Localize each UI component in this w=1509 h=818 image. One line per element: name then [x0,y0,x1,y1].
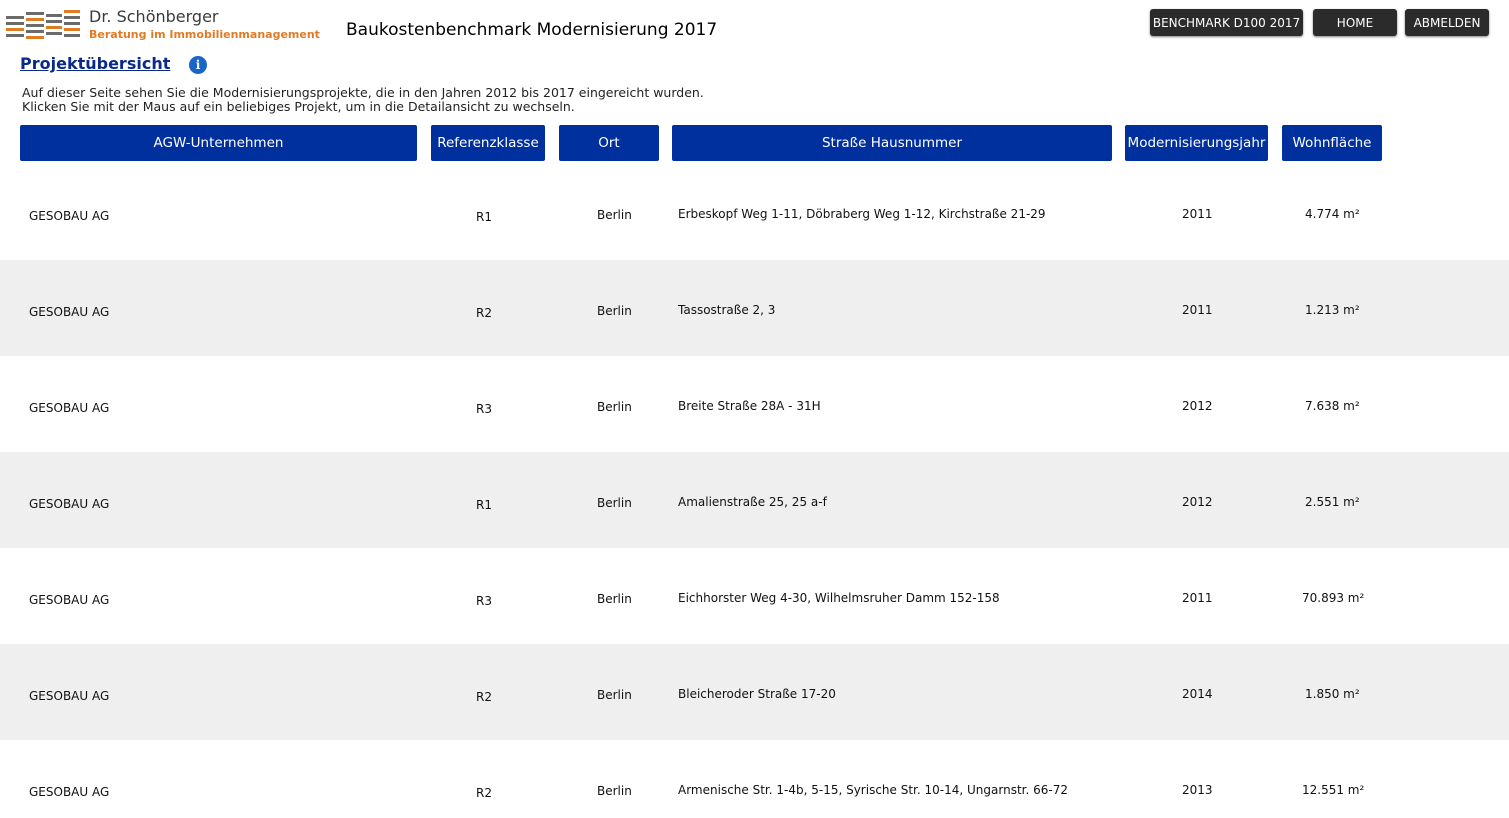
cell-year: 2011 [1182,591,1213,605]
cell-city: Berlin [597,304,632,318]
cell-area: 2.551 m² [1305,495,1360,509]
column-header-area[interactable]: Wohnfläche [1282,125,1382,161]
cell-company: GESOBAU AG [29,401,110,415]
column-header-year[interactable]: Modernisierungsjahr [1125,125,1268,161]
company-logo[interactable]: Dr. Schönberger Beratung im Immobilienma… [6,6,320,42]
cell-area: 4.774 m² [1305,207,1360,221]
table-row[interactable]: GESOBAU AG R3 Berlin Breite Straße 28A -… [0,356,1509,452]
cell-reference-class: R3 [476,402,492,416]
logo-name: Dr. Schönberger [89,7,219,26]
cell-city: Berlin [597,496,632,510]
cell-area: 70.893 m² [1302,591,1365,605]
cell-city: Berlin [597,688,632,702]
cell-reference-class: R2 [476,306,492,320]
table-row[interactable]: GESOBAU AG R1 Berlin Erbeskopf Weg 1-11,… [0,164,1509,260]
table-row[interactable]: GESOBAU AG R1 Berlin Amalienstraße 25, 2… [0,452,1509,548]
cell-year: 2012 [1182,399,1213,413]
home-button[interactable]: HOME [1313,9,1397,36]
cell-city: Berlin [597,592,632,606]
cell-company: GESOBAU AG [29,497,110,511]
cell-area: 7.638 m² [1305,399,1360,413]
logo-buildings-icon [6,10,80,39]
cell-company: GESOBAU AG [29,689,110,703]
cell-address: Armenische Str. 1-4b, 5-15, Syrische Str… [678,783,1068,797]
cell-city: Berlin [597,208,632,222]
table-row[interactable]: GESOBAU AG R3 Berlin Eichhorster Weg 4-3… [0,548,1509,644]
header: Dr. Schönberger Beratung im Immobilienma… [0,0,1509,50]
cell-year: 2012 [1182,495,1213,509]
intro-line-1: Auf dieser Seite sehen Sie die Modernisi… [22,85,704,100]
cell-area: 1.213 m² [1305,303,1360,317]
cell-address: Eichhorster Weg 4-30, Wilhelmsruher Damm… [678,591,1000,605]
cell-area: 1.850 m² [1305,687,1360,701]
logout-button[interactable]: ABMELDEN [1405,9,1489,36]
cell-reference-class: R3 [476,594,492,608]
column-header-address[interactable]: Straße Hausnummer [672,125,1112,161]
intro-line-2: Klicken Sie mit der Maus auf ein beliebi… [22,99,575,114]
cell-company: GESOBAU AG [29,593,110,607]
cell-reference-class: R2 [476,690,492,704]
column-header-reference-class[interactable]: Referenzklasse [431,125,545,161]
cell-city: Berlin [597,784,632,798]
table-row[interactable]: GESOBAU AG R2 Berlin Tassostraße 2, 3 20… [0,260,1509,356]
cell-address: Bleicheroder Straße 17-20 [678,687,836,701]
cell-reference-class: R1 [476,498,492,512]
cell-company: GESOBAU AG [29,209,110,223]
cell-address: Erbeskopf Weg 1-11, Döbraberg Weg 1-12, … [678,207,1046,221]
cell-year: 2011 [1182,207,1213,221]
cell-address: Breite Straße 28A - 31H [678,399,821,413]
column-header-company[interactable]: AGW-Unternehmen [20,125,417,161]
table-row[interactable]: GESOBAU AG R2 Berlin Bleicheroder Straße… [0,644,1509,740]
cell-year: 2011 [1182,303,1213,317]
cell-address: Amalienstraße 25, 25 a-f [678,495,827,509]
cell-address: Tassostraße 2, 3 [678,303,776,317]
column-header-city[interactable]: Ort [559,125,659,161]
info-icon[interactable]: i [189,56,207,74]
cell-city: Berlin [597,400,632,414]
intro-text: Auf dieser Seite sehen Sie die Modernisi… [22,86,704,114]
cell-year: 2014 [1182,687,1213,701]
table-row[interactable]: GESOBAU AG R2 Berlin Armenische Str. 1-4… [0,740,1509,818]
cell-company: GESOBAU AG [29,785,110,799]
page-title[interactable]: Projektübersicht [20,54,170,73]
cell-reference-class: R1 [476,210,492,224]
app-title: Baukostenbenchmark Modernisierung 2017 [346,20,718,40]
cell-area: 12.551 m² [1302,783,1365,797]
cell-company: GESOBAU AG [29,305,110,319]
benchmark-button[interactable]: BENCHMARK D100 2017 [1150,9,1303,36]
logo-tagline: Beratung im Immobilienmanagement [89,28,320,41]
cell-reference-class: R2 [476,786,492,800]
cell-year: 2013 [1182,783,1213,797]
